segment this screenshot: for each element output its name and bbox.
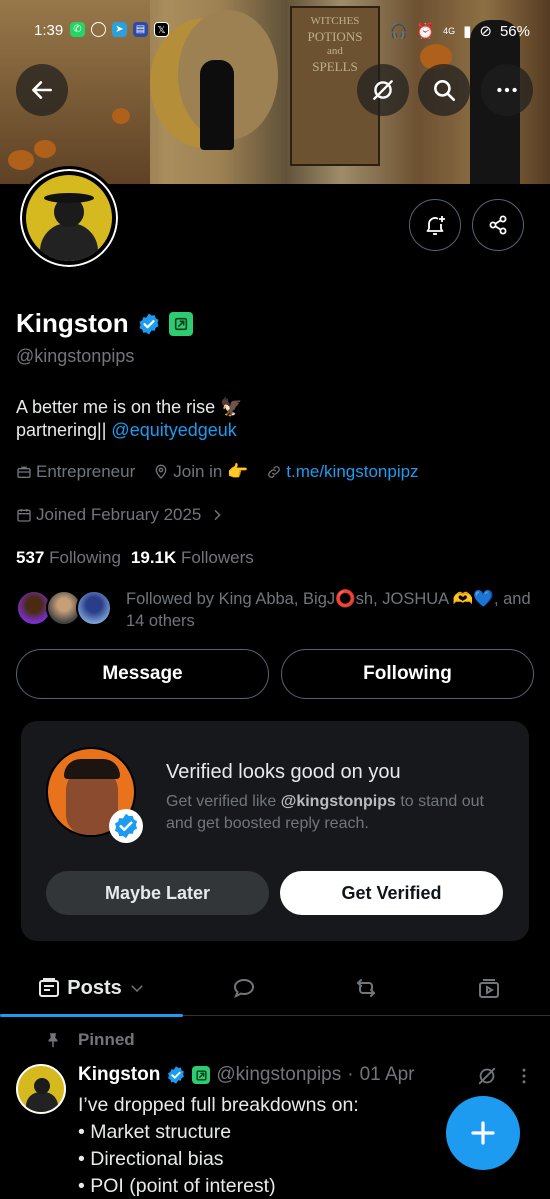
post-date: 01 Apr — [359, 1064, 415, 1085]
search-icon — [434, 80, 456, 102]
post-header: Kingston @kingstonpips · 01 Apr — [78, 1064, 415, 1086]
status-time: 1:39 — [34, 22, 64, 39]
bell-plus-icon — [426, 216, 445, 235]
calendar-icon — [17, 509, 31, 522]
status-right: 🎧 ⏰ 4G ▮ ⊘ 56% — [389, 22, 530, 41]
joined-row[interactable]: Joined February 2025 — [16, 505, 225, 525]
verified-check-icon — [109, 809, 143, 843]
chat-bubble-icon — [91, 22, 106, 37]
post-separator: · — [347, 1064, 354, 1085]
promo-description: Get verified like @kingstonpips to stand… — [166, 793, 484, 832]
maybe-later-button[interactable]: Maybe Later — [46, 871, 269, 915]
signal-icon: ▮ — [463, 23, 472, 40]
search-button[interactable] — [418, 64, 470, 116]
profile-bio: A better me is on the rise 🦅 partnering|… — [16, 396, 243, 442]
status-bar: 1:39 ✆ ➤ ▤ 𝕏 🎧 ⏰ 4G ▮ ⊘ 56% — [0, 18, 550, 46]
website-item[interactable]: t.me/kingstonpipz — [266, 462, 419, 482]
post-line: • Directional bias — [78, 1148, 224, 1170]
share-icon — [489, 215, 507, 235]
location-pin-icon — [155, 464, 167, 479]
avatar — [76, 590, 112, 626]
message-button[interactable]: Message — [16, 649, 269, 699]
chevron-right-icon — [214, 509, 222, 521]
active-tab-indicator — [0, 1014, 183, 1017]
follower-avatars — [16, 588, 116, 628]
bio-line: partnering|| — [16, 420, 107, 440]
grok-icon — [373, 80, 393, 100]
share-button[interactable] — [472, 199, 524, 251]
headphones-icon: 🎧 — [389, 23, 409, 40]
media-icon — [478, 979, 499, 998]
promo-title: Verified looks good on you — [166, 761, 401, 783]
tab-posts[interactable]: Posts — [0, 960, 183, 1017]
notify-button[interactable] — [409, 199, 461, 251]
profile-meta: Entrepreneur Join in 👉 t.me/kingstonpipz — [16, 462, 419, 482]
follow-counts: 537 Following 19.1K Followers — [16, 548, 254, 568]
post-text: I’ve dropped full breakdowns on: • Marke… — [78, 1092, 359, 1199]
repost-icon — [357, 979, 375, 997]
back-button[interactable] — [16, 64, 68, 116]
name-row: Kingston — [16, 308, 193, 339]
profile-handle: @kingstonpips — [16, 346, 135, 366]
location-item: Join in 👉 — [153, 462, 248, 482]
compose-button[interactable] — [446, 1096, 520, 1170]
posts-icon — [39, 978, 60, 997]
network-label: 4G — [443, 26, 456, 36]
followed-by-text: Followed by King Abba, BigJ⭕sh, JOSHUA 🫶… — [126, 590, 531, 630]
more-vertical-icon[interactable] — [514, 1066, 534, 1086]
post-avatar[interactable] — [16, 1064, 66, 1114]
telegram-icon: ➤ — [112, 22, 127, 37]
post-line: • POI (point of interest) — [78, 1175, 276, 1197]
arrow-left-icon — [32, 81, 52, 99]
battery-label: 56% — [499, 22, 530, 40]
pin-icon — [48, 1033, 58, 1048]
x-icon: 𝕏 — [154, 22, 169, 37]
get-verified-button[interactable]: Get Verified — [280, 871, 503, 915]
joined-item[interactable]: Joined February 2025 — [16, 505, 225, 525]
followers-count-link[interactable]: 19.1K Followers — [131, 548, 254, 568]
following-count-link[interactable]: 537 Following — [16, 548, 121, 568]
chevron-down-icon — [130, 985, 143, 993]
link-icon — [268, 466, 281, 478]
grok-icon[interactable] — [476, 1065, 498, 1087]
post-line: I’ve dropped full breakdowns on: — [78, 1094, 359, 1116]
more-button[interactable] — [481, 64, 533, 116]
reply-bubble-icon — [233, 978, 255, 998]
bio-mention-link[interactable]: @equityedgeuk — [111, 420, 236, 440]
plus-icon — [471, 1121, 495, 1145]
post-line: • Market structure — [78, 1121, 232, 1143]
app-icon: ▤ — [133, 22, 148, 37]
tab-replies[interactable] — [183, 960, 305, 1016]
bio-line: A better me is on the rise 🦅 — [16, 397, 243, 417]
grok-button[interactable] — [357, 64, 409, 116]
following-button[interactable]: Following — [281, 649, 534, 699]
category-item: Entrepreneur — [16, 462, 135, 482]
more-horizontal-icon — [497, 87, 517, 93]
alarm-icon: ⏰ — [416, 23, 436, 40]
followed-by[interactable]: Followed by King Abba, BigJ⭕sh, JOSHUA 🫶… — [16, 588, 546, 632]
affiliate-badge-icon[interactable] — [168, 311, 193, 336]
verify-promo-card: Verified looks good on you Get verified … — [21, 721, 529, 941]
affiliate-badge-icon — [192, 1066, 211, 1084]
whatsapp-icon: ✆ — [70, 22, 85, 37]
post-author-name[interactable]: Kingston — [78, 1064, 160, 1086]
verified-check-icon — [168, 1066, 185, 1084]
pinned-indicator: Pinned — [44, 1030, 135, 1050]
post-author-handle: @kingstonpips — [216, 1064, 342, 1085]
profile-tabs: Posts — [0, 960, 550, 1017]
website-link[interactable]: t.me/kingstonpipz — [286, 462, 418, 482]
tab-media[interactable] — [427, 960, 550, 1016]
tab-reposts[interactable] — [305, 960, 427, 1016]
notification-icons: ✆ ➤ ▤ 𝕏 — [70, 22, 169, 37]
verified-check-icon[interactable] — [137, 312, 161, 336]
profile-avatar[interactable] — [17, 166, 121, 270]
wifi-off-icon: ⊘ — [479, 23, 492, 40]
briefcase-icon — [17, 466, 31, 478]
display-name: Kingston — [16, 308, 129, 338]
